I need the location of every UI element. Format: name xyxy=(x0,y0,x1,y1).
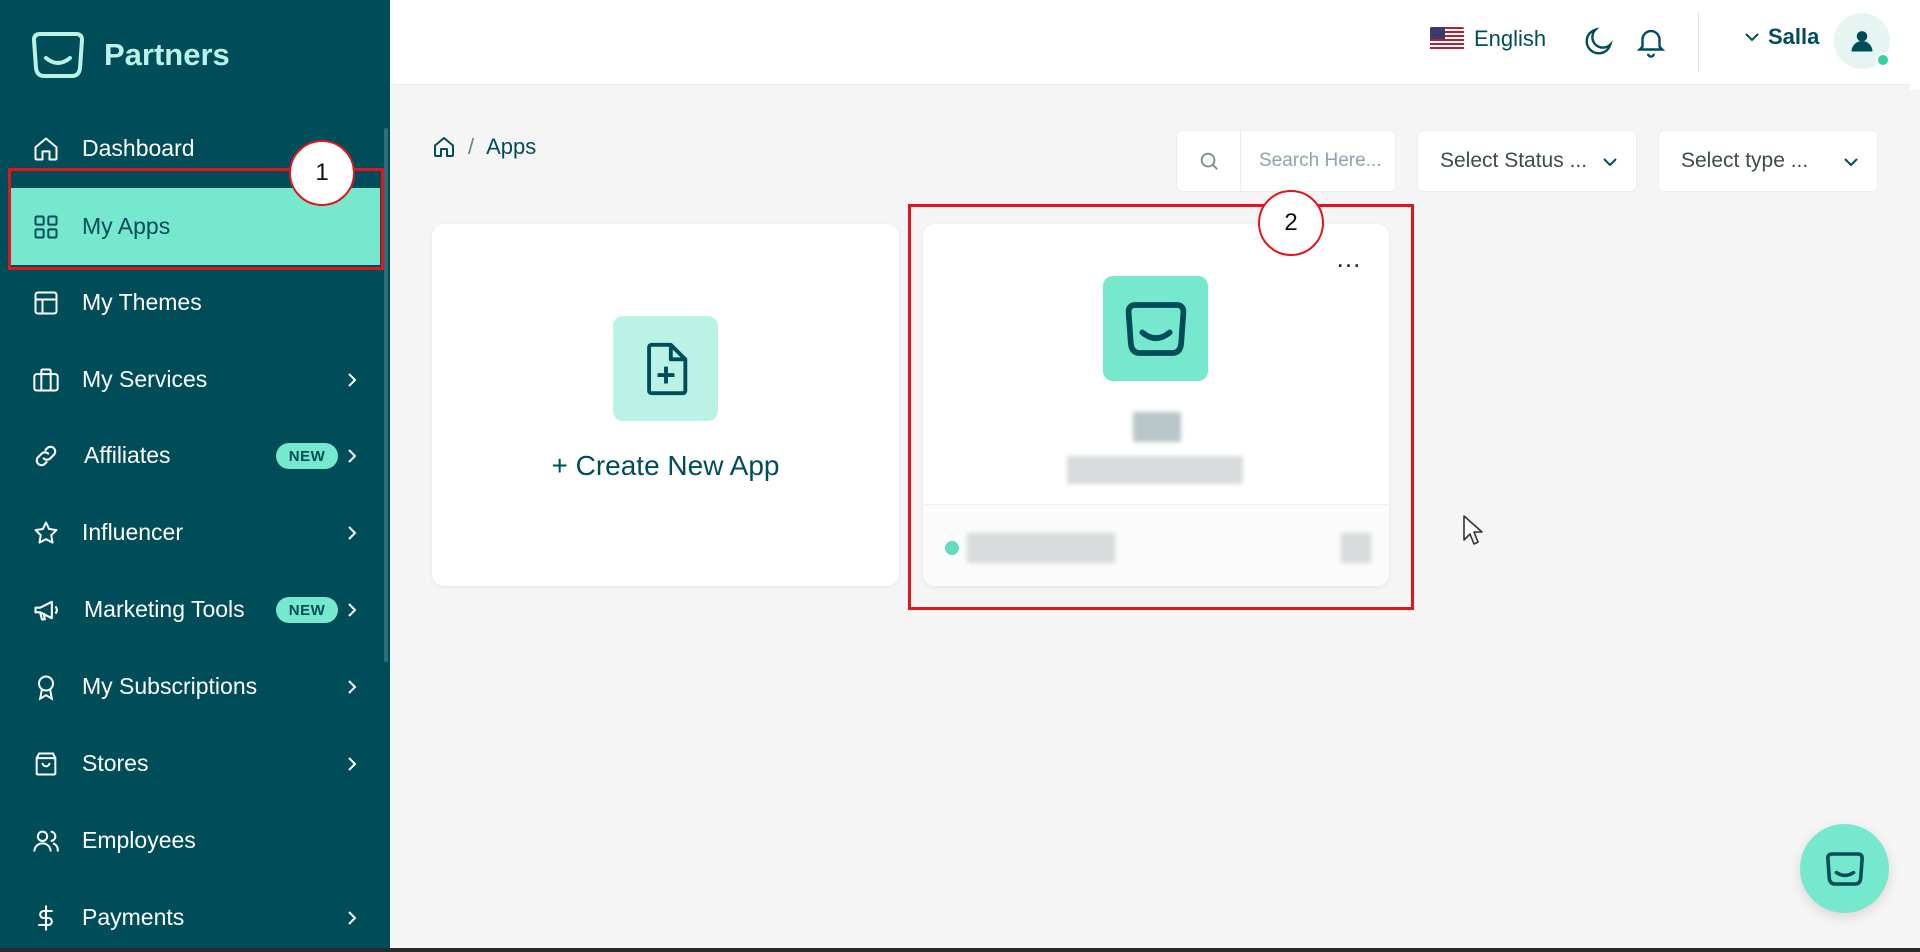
search-box xyxy=(1176,130,1396,192)
bottom-edge xyxy=(0,948,1920,952)
sidebar-item-label: My Services xyxy=(82,366,208,392)
home-icon[interactable] xyxy=(432,135,456,159)
active-indicator xyxy=(0,188,6,265)
sidebar-item-label: Influencer xyxy=(82,519,184,545)
sidebar-item-employees[interactable]: Employees xyxy=(0,802,390,879)
sidebar-item-label: Marketing Tools xyxy=(84,596,245,622)
user-name: Salla xyxy=(1768,24,1820,49)
moon-icon[interactable] xyxy=(1582,24,1616,58)
chevron-down-icon xyxy=(1603,158,1617,167)
avatar[interactable] xyxy=(1834,13,1890,69)
users-icon xyxy=(32,827,60,855)
star-icon xyxy=(32,519,60,547)
mouse-cursor-icon xyxy=(1463,515,1483,545)
chevron-right-icon xyxy=(348,679,357,694)
megaphone-icon xyxy=(32,596,60,624)
sidebar-item-label: My Subscriptions xyxy=(82,673,258,699)
user-menu[interactable]: Salla xyxy=(1744,24,1819,50)
brand-logo[interactable]: Partners xyxy=(30,30,230,80)
shopping-bag-icon xyxy=(32,750,60,778)
chevron-right-icon xyxy=(348,756,357,771)
salla-logo-icon xyxy=(31,32,85,78)
sidebar-item-label: Payments xyxy=(82,904,185,930)
briefcase-icon xyxy=(32,366,60,394)
us-flag-icon xyxy=(1430,27,1464,51)
sidebar-item-affiliates[interactable]: Affiliates NEW xyxy=(0,417,390,494)
type-select-label: Select type ... xyxy=(1681,149,1809,172)
chevron-right-icon xyxy=(348,525,357,540)
new-badge: NEW xyxy=(276,443,338,469)
sidebar-item-my-subscriptions[interactable]: My Subscriptions xyxy=(0,648,390,725)
brand-name: Partners xyxy=(104,37,230,72)
annotation-box-2 xyxy=(908,204,1414,610)
file-plus-icon xyxy=(613,316,718,421)
breadcrumb: / Apps xyxy=(432,134,536,160)
type-select[interactable]: Select type ... xyxy=(1658,130,1878,192)
annotation-marker-2: 2 xyxy=(1258,190,1324,256)
top-header: English Salla xyxy=(390,0,1920,85)
breadcrumb-separator: / xyxy=(468,134,475,159)
new-badge: NEW xyxy=(276,597,338,623)
search-icon xyxy=(1177,131,1241,191)
search-input[interactable] xyxy=(1241,150,1391,172)
chevron-right-icon xyxy=(348,372,357,387)
link-icon xyxy=(32,442,60,470)
annotation-marker-1: 1 xyxy=(289,140,355,206)
chevron-down-icon xyxy=(1745,33,1759,42)
status-select[interactable]: Select Status ... xyxy=(1417,130,1637,192)
header-divider xyxy=(1698,12,1699,72)
language-label: English xyxy=(1474,26,1547,51)
chat-icon xyxy=(1825,851,1864,886)
page-scrollbar[interactable] xyxy=(1910,0,1920,90)
sidebar-scrollbar[interactable] xyxy=(384,128,388,662)
dollar-icon xyxy=(32,904,60,932)
chat-support-button[interactable] xyxy=(1800,824,1889,913)
sidebar-item-influencer[interactable]: Influencer xyxy=(0,494,390,571)
chevron-down-icon xyxy=(1844,158,1858,167)
sidebar-item-label: Employees xyxy=(82,827,196,853)
chevron-right-icon xyxy=(348,910,357,925)
sidebar-item-my-services[interactable]: My Services xyxy=(0,341,390,418)
layout-icon xyxy=(32,289,60,317)
create-new-app-label: + Create New App xyxy=(551,450,780,481)
sidebar-item-label: Dashboard xyxy=(82,135,195,161)
home-icon xyxy=(32,135,60,163)
language-switcher[interactable]: English xyxy=(1430,26,1546,52)
chevron-right-icon xyxy=(348,448,357,463)
sidebar-item-my-themes[interactable]: My Themes xyxy=(0,264,390,341)
sidebar-item-stores[interactable]: Stores xyxy=(0,725,390,802)
create-new-app-card[interactable]: + Create New App xyxy=(432,224,899,586)
award-icon xyxy=(32,673,60,701)
user-icon xyxy=(1851,31,1873,52)
sidebar-item-payments[interactable]: Payments xyxy=(0,879,390,952)
bell-icon[interactable] xyxy=(1634,24,1668,58)
breadcrumb-current: Apps xyxy=(486,134,537,159)
online-status-dot xyxy=(1876,53,1890,67)
sidebar-item-marketing-tools[interactable]: Marketing Tools NEW xyxy=(0,571,390,648)
sidebar-item-label: Stores xyxy=(82,750,149,776)
sidebar-item-label: Affiliates xyxy=(84,442,171,468)
sidebar-item-label: My Themes xyxy=(82,289,202,315)
status-select-label: Select Status ... xyxy=(1440,149,1588,172)
chevron-right-icon xyxy=(348,602,357,617)
